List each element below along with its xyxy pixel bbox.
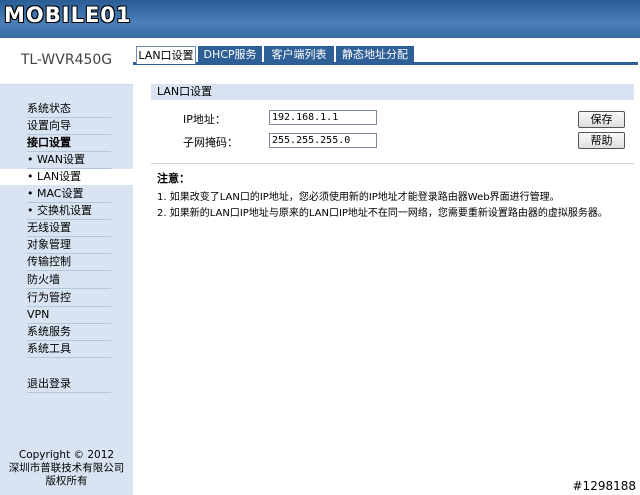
sidebar-item-system-status[interactable]: 系统状态 xyxy=(27,101,111,118)
copyright-line: Copyright © 2012 xyxy=(18,449,115,461)
tab-client-list[interactable]: 客户端列表 xyxy=(264,46,334,63)
sidebar-item-behavior-control[interactable]: 行为管控 xyxy=(27,290,111,307)
note-line: 1. 如果改变了LAN口的IP地址，您必须使用新的IP地址才能登录路由器Web界… xyxy=(157,192,560,203)
subnet-mask-input[interactable] xyxy=(269,133,377,148)
sidebar-item-lan-settings[interactable]: • LAN设置 xyxy=(0,169,133,185)
sidebar-item-wan-settings[interactable]: • WAN设置 xyxy=(27,152,111,169)
sidebar-item-mac-settings[interactable]: • MAC设置 xyxy=(27,186,111,203)
ip-address-label: IP地址： xyxy=(183,113,226,126)
ip-address-input[interactable] xyxy=(269,110,377,125)
copyright-line: 版权所有 xyxy=(45,475,88,487)
sidebar-item-object-management[interactable]: 对象管理 xyxy=(27,237,111,254)
tab-lan-settings[interactable]: LAN口设置 xyxy=(136,46,196,64)
sidebar-item-system-services[interactable]: 系统服务 xyxy=(27,324,111,341)
sidebar-item-logout[interactable]: 退出登录 xyxy=(27,376,111,393)
copyright: Copyright © 2012 深圳市普联技术有限公司 版权所有 xyxy=(0,449,133,488)
help-button[interactable]: 帮助 xyxy=(578,132,625,149)
logo: MOBILE01 xyxy=(4,3,132,27)
sidebar-item-wireless-settings[interactable]: 无线设置 xyxy=(27,220,111,237)
watermark: #1298188 xyxy=(572,479,637,493)
sidebar-item-system-tools[interactable]: 系统工具 xyxy=(27,341,111,358)
sidebar-item-switch-settings[interactable]: • 交换机设置 xyxy=(27,203,111,220)
sidebar-item-interface-settings[interactable]: 接口设置 xyxy=(27,135,111,152)
copyright-line: 深圳市普联技术有限公司 xyxy=(8,462,125,474)
subnet-mask-label: 子网掩码： xyxy=(183,136,238,149)
tab-dhcp-service[interactable]: DHCP服务 xyxy=(198,46,262,63)
tab-static-address[interactable]: 静态地址分配 xyxy=(336,46,414,63)
sidebar-item-vpn[interactable]: VPN xyxy=(27,307,111,324)
sidebar-item-setup-wizard[interactable]: 设置向导 xyxy=(27,118,111,135)
note-title: 注意： xyxy=(157,172,190,185)
model-name: TL-WVR450G xyxy=(20,52,113,68)
section-title: LAN口设置 xyxy=(151,84,634,100)
note-line: 2. 如果新的LAN口IP地址与原来的LAN口IP地址不在同一网络，您需要重新设… xyxy=(157,208,608,219)
sidebar-item-transmission-control[interactable]: 传输控制 xyxy=(27,254,111,271)
sidebar-item-firewall[interactable]: 防火墙 xyxy=(27,272,111,289)
save-button[interactable]: 保存 xyxy=(578,111,625,128)
top-banner: MOBILE01 xyxy=(0,0,640,38)
divider xyxy=(151,163,634,164)
